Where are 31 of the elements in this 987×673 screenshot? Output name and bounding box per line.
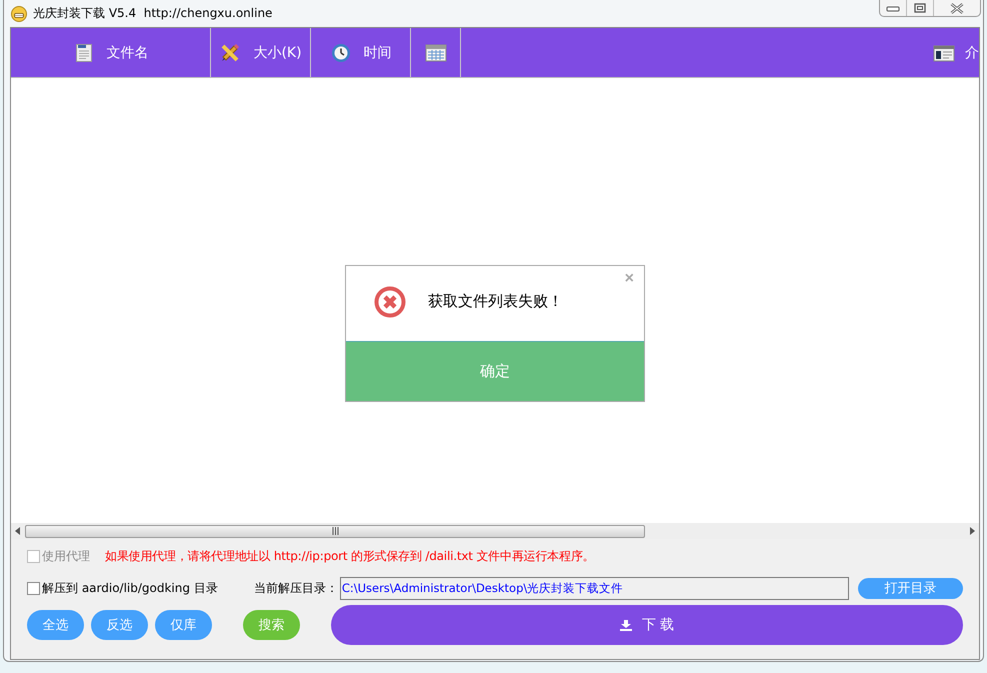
pencil-ruler-icon <box>219 42 242 62</box>
column-header[interactable]: 大小(K) <box>253 44 302 62</box>
confirm-button[interactable]: 确定 <box>346 341 644 401</box>
column-header[interactable]: 文件名 <box>106 44 148 62</box>
path-field[interactable]: C:\Users\Administrator\Desktop\光庆封装下载文件 <box>340 576 850 600</box>
download-icon <box>620 620 632 630</box>
right-arrow-icon[interactable] <box>969 527 975 535</box>
table-icon <box>424 42 446 62</box>
column-header[interactable]: 时间 <box>364 44 392 62</box>
error-message: 获取文件列表失败！ <box>428 292 563 311</box>
smiley-icon <box>11 6 27 22</box>
proxy-note: 如果使用代理，请将代理地址以 http://ip:port 的形式保存到 /daili.txt 文件中再运行本程序。 <box>105 548 594 564</box>
minimize-icon <box>886 4 900 12</box>
close-button[interactable]: × <box>624 271 634 287</box>
maximize-icon <box>914 3 926 13</box>
grip-icon <box>332 527 338 535</box>
extract-checkbox[interactable]: 解压到 aardio/lib/godking 目录 <box>27 580 218 596</box>
id-card-icon <box>933 42 955 62</box>
action-button[interactable]: 仅库 <box>155 610 212 640</box>
action-button[interactable]: 全选 <box>27 610 84 640</box>
open-folder-button[interactable]: 打开目录 <box>858 578 963 598</box>
download-button[interactable]: 下 载 <box>331 605 963 645</box>
window-title: 光庆封装下载 V5.4 http://chengxu.online <box>33 5 272 22</box>
left-arrow-icon[interactable] <box>15 527 21 535</box>
action-button[interactable]: 反选 <box>91 610 148 640</box>
action-button[interactable]: 搜索 <box>243 610 300 640</box>
clock-icon <box>330 42 352 62</box>
path-label: 当前解压目录： <box>254 580 338 596</box>
close-icon <box>950 2 964 14</box>
error-icon <box>374 286 406 318</box>
column-header[interactable]: 介 <box>965 44 979 62</box>
